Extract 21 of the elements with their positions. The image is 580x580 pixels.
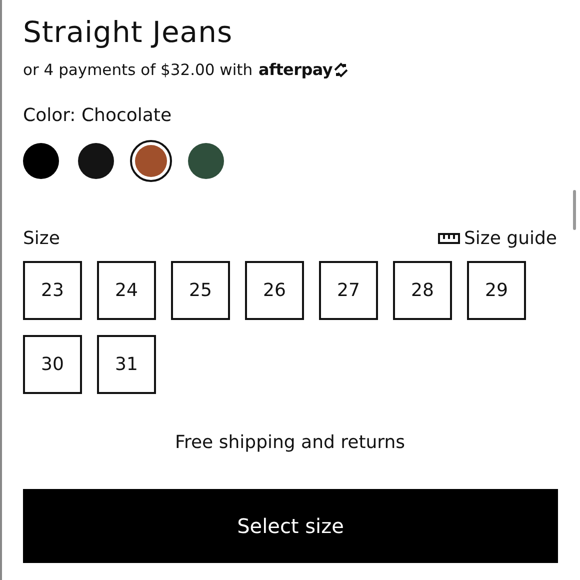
size-option[interactable]: 29 <box>467 261 526 320</box>
size-option[interactable]: 26 <box>245 261 304 320</box>
payment-text: or 4 payments of $32.00 with <box>23 60 253 78</box>
size-option[interactable]: 31 <box>97 335 156 394</box>
shipping-note: Free shipping and returns <box>174 432 406 453</box>
size-label: Size <box>23 228 60 249</box>
size-option[interactable]: 23 <box>23 261 82 320</box>
size-option[interactable]: 25 <box>171 261 230 320</box>
ruler-icon <box>438 233 460 244</box>
afterpay-logo: afterpay <box>258 60 332 79</box>
loop-arrows-icon <box>332 62 350 78</box>
select-size-button[interactable]: Select size <box>23 489 558 563</box>
size-option[interactable]: 28 <box>393 261 452 320</box>
size-option[interactable]: 24 <box>97 261 156 320</box>
size-guide-link[interactable]: Size guide <box>438 228 557 249</box>
size-option[interactable]: 30 <box>23 335 82 394</box>
color-label: Color: Chocolate <box>23 105 173 126</box>
scrollbar[interactable] <box>573 190 576 230</box>
color-swatch[interactable] <box>130 140 172 182</box>
product-title: Straight Jeans <box>23 14 234 51</box>
size-option[interactable]: 27 <box>319 261 378 320</box>
